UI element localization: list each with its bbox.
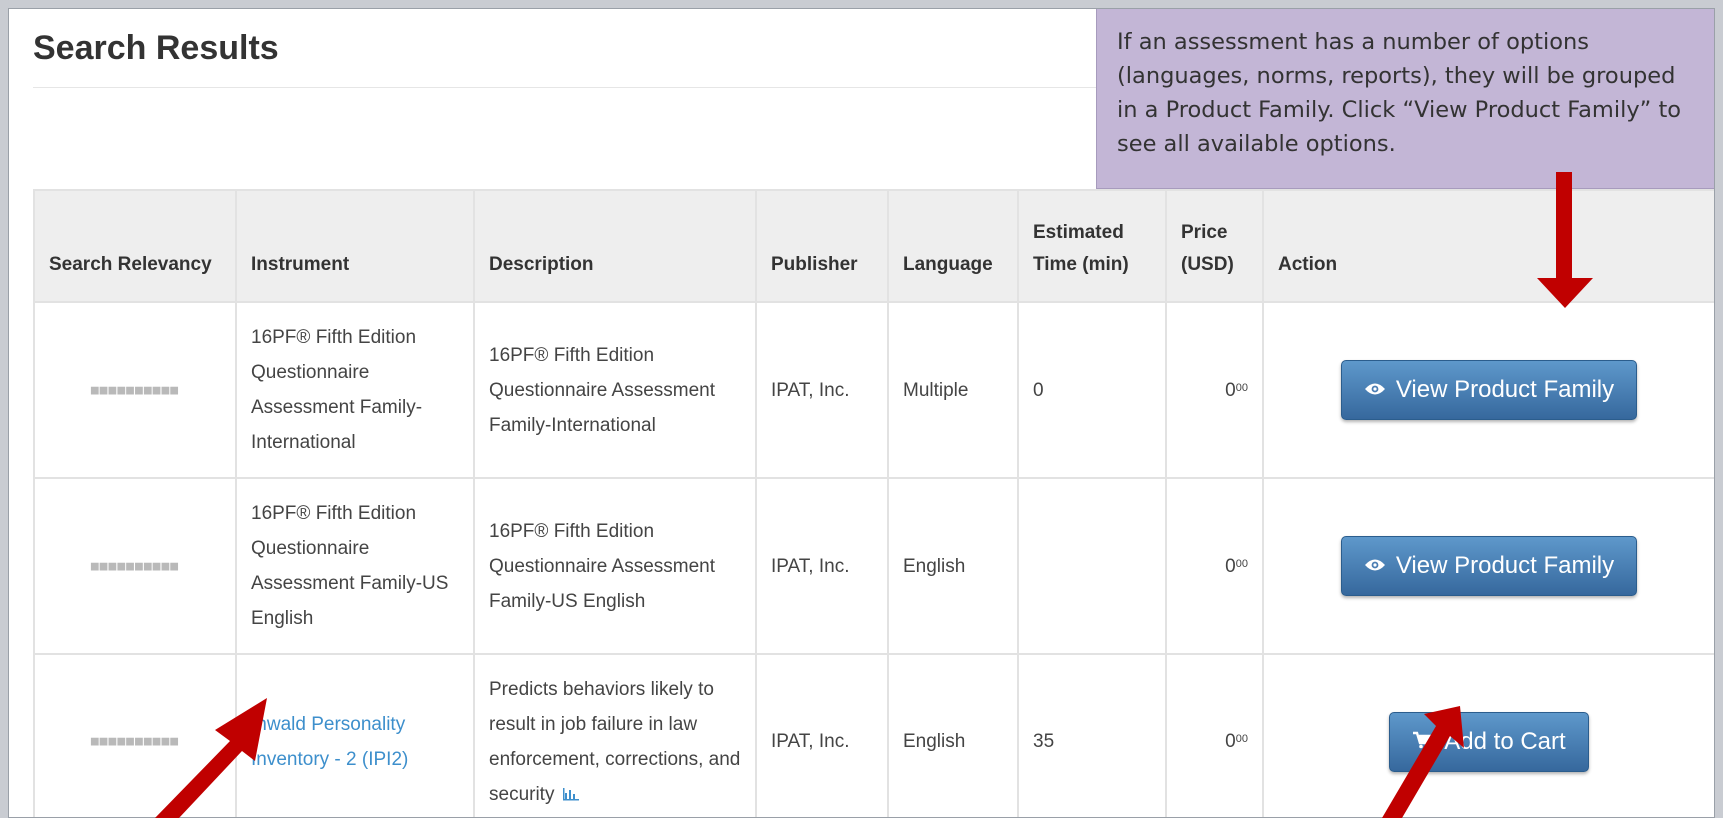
view-product-family-button[interactable]: View Product Family — [1340, 536, 1638, 596]
column-header-relevancy: Search Relevancy — [33, 189, 237, 303]
price-whole: 0 — [1225, 731, 1236, 752]
publisher-cell: IPAT, Inc. — [755, 653, 889, 817]
time-cell: 35 — [1017, 653, 1167, 817]
language-cell: Multiple — [887, 301, 1019, 479]
price-whole: 0 — [1225, 379, 1236, 401]
button-label: View Product Family — [1395, 552, 1615, 579]
time-cell: 0 — [1017, 301, 1167, 479]
instrument-description-cell: Predicts behaviors likely to result in j… — [473, 653, 757, 817]
publisher-cell: IPAT, Inc. — [755, 301, 889, 479]
eye-icon — [1364, 559, 1385, 571]
column-header-publisher: Publisher — [755, 189, 889, 303]
relevancy-meter: ■■■■■■■■■■ — [33, 477, 237, 655]
title-divider — [33, 87, 1113, 88]
language-cell: English — [887, 653, 1019, 817]
column-header-instrument: Instrument — [235, 189, 475, 303]
time-cell — [1017, 477, 1167, 655]
relevancy-meter: ■■■■■■■■■■ — [33, 301, 237, 479]
table-row: ■■■■■■■■■■ 16PF® Fifth Edition Questionn… — [33, 477, 1714, 655]
price-value: 000 — [1225, 556, 1248, 577]
instrument-name: 16PF® Fifth Edition Questionnaire Assess… — [235, 301, 475, 479]
page-title: Search Results — [33, 29, 279, 67]
help-callout: If an assessment has a number of options… — [1096, 9, 1714, 189]
price-cell: 000 — [1165, 653, 1264, 817]
price-cell: 000 — [1165, 301, 1264, 479]
column-header-time: Estimated Time (min) — [1017, 189, 1167, 303]
publisher-cell: IPAT, Inc. — [755, 477, 889, 655]
price-cell: 000 — [1165, 477, 1264, 655]
table-row: ■■■■■■■■■■ 16PF® Fifth Edition Questionn… — [33, 301, 1714, 479]
button-label: View Product Family — [1395, 376, 1615, 403]
instrument-description: 16PF® Fifth Edition Questionnaire Assess… — [473, 477, 757, 655]
column-header-price: Price (USD) — [1165, 189, 1264, 303]
language-cell: English — [887, 477, 1019, 655]
column-header-description: Description — [473, 189, 757, 303]
price-value: 000 — [1225, 731, 1248, 752]
table-header-row: Search Relevancy Instrument Description … — [33, 189, 1714, 303]
price-cents: 00 — [1235, 381, 1248, 394]
instrument-name: 16PF® Fifth Edition Questionnaire Assess… — [235, 477, 475, 655]
action-cell: View Product Family — [1262, 301, 1714, 479]
action-cell: View Product Family — [1262, 477, 1714, 655]
price-whole: 0 — [1225, 555, 1236, 577]
eye-icon — [1364, 383, 1385, 395]
bar-chart-icon[interactable] — [562, 787, 580, 801]
instrument-description: 16PF® Fifth Edition Questionnaire Assess… — [473, 301, 757, 479]
price-value: 000 — [1225, 380, 1248, 401]
arrow-up-left-icon — [155, 698, 267, 818]
action-cell: Add to Cart — [1262, 653, 1714, 817]
price-cents: 00 — [1235, 733, 1248, 745]
price-cents: 00 — [1235, 557, 1248, 570]
arrow-up-right-icon — [1382, 706, 1464, 818]
column-header-language: Language — [887, 189, 1019, 303]
view-product-family-button[interactable]: View Product Family — [1340, 360, 1638, 420]
column-header-action: Action — [1262, 189, 1714, 303]
arrow-down-icon — [1537, 172, 1593, 308]
instrument-description: Predicts behaviors likely to result in j… — [489, 678, 741, 805]
